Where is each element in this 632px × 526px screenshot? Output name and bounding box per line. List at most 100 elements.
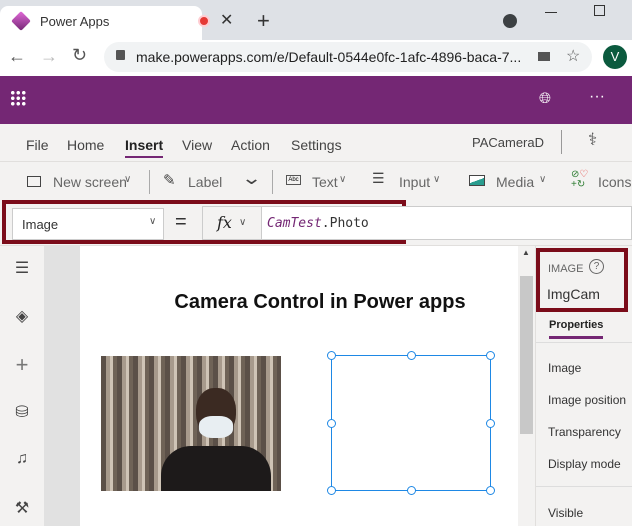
divider [272, 170, 273, 194]
recording-icon [198, 15, 210, 27]
divider [149, 170, 150, 194]
lock-icon [116, 50, 125, 60]
icons-icon: ⊘♡ +↻ [571, 169, 589, 190]
app-screen-canvas: Camera Control in Power apps [80, 246, 518, 526]
insert-toolbar: New screen ∨ ✎ Label ⌄ Abc Text ∨ ☰ Inpu… [0, 162, 632, 200]
face-mask [199, 416, 233, 438]
formula-bar: Image ∨ = fx ∨ CamTest.Photo [0, 200, 632, 246]
close-tab-icon[interactable]: ✕ [220, 10, 233, 30]
text-button[interactable]: Text [312, 174, 338, 190]
app-name[interactable]: PACameraD [472, 135, 544, 150]
resize-handle[interactable] [327, 486, 336, 495]
app-checker-stethoscope-icon[interactable]: ⚕ [588, 130, 597, 150]
canvas-title-label[interactable]: Camera Control in Power apps [80, 291, 560, 314]
canvas-background [44, 246, 80, 526]
powerapps-logo-icon [11, 11, 31, 31]
divider [536, 486, 632, 487]
camera-control[interactable] [101, 356, 281, 491]
chevron-down-icon: ∨ [239, 217, 247, 228]
menu-settings[interactable]: Settings [291, 137, 342, 153]
media-icon [469, 175, 485, 186]
profile-avatar[interactable]: V [603, 45, 627, 69]
fx-button[interactable]: fx ∨ [202, 206, 262, 240]
control-highlight-box [536, 248, 628, 312]
divider [561, 130, 562, 154]
help-icon[interactable]: ? [589, 259, 604, 274]
chevron-down-icon: ∨ [339, 174, 347, 185]
menu-file[interactable]: File [26, 137, 49, 153]
menu-action[interactable]: Action [231, 137, 270, 153]
tab-title: Power Apps [40, 14, 110, 29]
resize-handle[interactable] [407, 486, 416, 495]
star-icon[interactable]: ☆ [566, 46, 580, 66]
scrollbar-thumb[interactable] [520, 276, 533, 434]
data-cylinder-icon[interactable]: ⛁ [10, 402, 34, 422]
resize-handle[interactable] [327, 351, 336, 360]
url-bar[interactable]: make.powerapps.com/e/Default-0544e0fc-1a… [104, 42, 592, 72]
menu-bar: File Home Insert View Action Settings PA… [0, 124, 632, 162]
chevron-down-icon: ∨ [149, 216, 157, 227]
resize-handle[interactable] [407, 351, 416, 360]
control-name[interactable]: ImgCam [547, 286, 600, 302]
icons-button[interactable]: Icons [598, 174, 631, 190]
property-image-position[interactable]: Image position [548, 393, 626, 407]
scroll-up-icon[interactable]: ▲ [522, 248, 530, 257]
reload-icon[interactable]: ↻ [72, 45, 87, 66]
image-control-imgcam[interactable] [327, 351, 495, 495]
more-controls-chevron-icon[interactable]: ⌄ [241, 168, 262, 189]
environment-globe-icon[interactable]: 🌐︎ [539, 90, 551, 107]
advanced-tools-icon[interactable]: ⚒ [10, 498, 34, 518]
browser-tab[interactable]: Power Apps ✕ [0, 6, 233, 40]
tree-view-layers-icon[interactable]: ◈ [10, 306, 34, 326]
new-screen-button[interactable]: New screen [53, 174, 127, 190]
maximize-icon[interactable] [594, 5, 605, 16]
formula-object: CamTest [267, 216, 322, 231]
property-transparency[interactable]: Transparency [548, 425, 621, 439]
more-options-icon[interactable]: ··· [589, 88, 605, 106]
resize-handle[interactable] [486, 419, 495, 428]
new-screen-icon [27, 176, 41, 187]
equals-sign: = [175, 211, 187, 233]
menu-view[interactable]: View [182, 137, 212, 153]
media-music-icon[interactable]: ♫ [10, 450, 34, 468]
resize-handle[interactable] [486, 486, 495, 495]
menu-insert[interactable]: Insert [125, 137, 164, 158]
insert-plus-icon[interactable]: + [10, 352, 34, 378]
chevron-down-icon: ∨ [539, 174, 547, 185]
property-image[interactable]: Image [548, 361, 581, 375]
fx-icon: fx [217, 213, 232, 232]
new-tab-icon[interactable]: + [257, 8, 270, 34]
properties-panel: IMAGE ? ImgCam Properties Image Image po… [535, 246, 632, 526]
input-button[interactable]: Input [399, 174, 430, 190]
text-icon: Abc [286, 175, 301, 185]
left-rail: ☰ ◈ + ⛁ ♫ ⚒ [0, 246, 44, 526]
canvas-scrollbar[interactable]: ▲ [518, 246, 535, 526]
property-visible[interactable]: Visible [548, 506, 583, 520]
camera-icon[interactable] [538, 52, 550, 61]
property-dropdown-value: Image [22, 217, 59, 232]
forward-icon[interactable]: → [40, 46, 58, 67]
control-type: IMAGE [548, 263, 584, 275]
back-icon[interactable]: ← [8, 46, 26, 67]
hamburger-menu-icon[interactable]: ☰ [10, 258, 34, 278]
resize-handle[interactable] [486, 351, 495, 360]
label-pencil-icon: ✎ [163, 172, 176, 189]
formula-property: .Photo [321, 216, 369, 231]
input-sliders-icon: ☰ [372, 170, 385, 186]
chevron-down-icon: ∨ [433, 174, 441, 185]
person-body [161, 446, 271, 491]
menu-home[interactable]: Home [67, 137, 104, 153]
property-display-mode[interactable]: Display mode [548, 457, 621, 471]
media-button[interactable]: Media [496, 174, 534, 190]
chevron-down-icon: ∨ [124, 174, 132, 185]
label-button[interactable]: Label [188, 174, 222, 190]
resize-handle[interactable] [327, 419, 336, 428]
url-text: make.powerapps.com/e/Default-0544e0fc-1a… [136, 49, 522, 65]
tab-search-icon[interactable] [503, 14, 517, 28]
divider [536, 342, 632, 343]
app-launcher-icon[interactable] [10, 90, 26, 106]
minimize-icon[interactable] [545, 12, 557, 13]
property-dropdown[interactable]: Image ∨ [12, 208, 164, 240]
tab-properties[interactable]: Properties [549, 319, 604, 339]
formula-input[interactable]: CamTest.Photo [262, 206, 632, 240]
